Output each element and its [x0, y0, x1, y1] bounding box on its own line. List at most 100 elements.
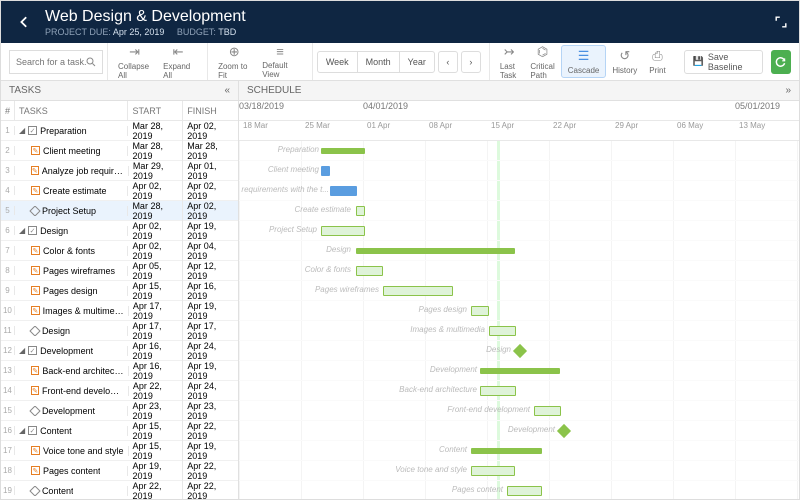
task-row[interactable]: 10✎Images & multimediaApr 17, 2019Apr 19…	[1, 301, 238, 321]
history-button[interactable]: ↺History	[606, 46, 643, 77]
period-year[interactable]: Year	[400, 52, 434, 72]
checkbox-icon[interactable]: ✓	[28, 426, 37, 435]
edit-icon[interactable]: ✎	[31, 386, 39, 395]
edit-icon[interactable]: ✎	[31, 266, 40, 275]
gantt-bar[interactable]	[321, 166, 330, 176]
gantt-bar[interactable]	[356, 248, 515, 254]
zoom-fit-button[interactable]: ⊕Zoom to Fit	[212, 42, 256, 82]
start-date-cell[interactable]: Apr 19, 2019	[128, 461, 183, 481]
gantt-area[interactable]: PreparationClient meetingob requirements…	[239, 141, 799, 499]
task-row[interactable]: 1◢✓PreparationMar 28, 2019Apr 02, 2019	[1, 121, 238, 141]
gantt-bar[interactable]	[330, 186, 357, 196]
edit-icon[interactable]: ✎	[31, 146, 40, 155]
start-date-cell[interactable]: Mar 28, 2019	[128, 121, 183, 141]
print-button[interactable]: ⎙Print	[643, 46, 671, 77]
task-row[interactable]: 13✎Back-end architectureApr 16, 2019Apr …	[1, 361, 238, 381]
gantt-bar[interactable]	[489, 326, 516, 336]
task-row[interactable]: 8✎Pages wireframesApr 05, 2019Apr 12, 20…	[1, 261, 238, 281]
task-row[interactable]: 12◢✓DevelopmentApr 16, 2019Apr 24, 2019	[1, 341, 238, 361]
cascade-button[interactable]: ☰Cascade	[561, 45, 607, 78]
checkbox-icon[interactable]: ✓	[28, 126, 37, 135]
task-name-cell[interactable]: Content	[15, 486, 129, 496]
milestone-marker[interactable]	[557, 424, 571, 438]
nav-prev-button[interactable]: ‹	[438, 51, 458, 73]
col-start[interactable]: START	[128, 101, 183, 120]
expand-arrow-icon[interactable]: ◢	[19, 426, 25, 435]
start-date-cell[interactable]: Mar 28, 2019	[128, 201, 183, 221]
checkbox-icon[interactable]: ✓	[28, 226, 37, 235]
task-name-cell[interactable]: ◢✓Preparation	[15, 126, 129, 136]
critical-path-button[interactable]: ⌬Critical Path	[524, 42, 560, 82]
start-date-cell[interactable]: Apr 16, 2019	[129, 361, 184, 381]
expand-all-button[interactable]: ⇤Expand All	[157, 42, 199, 82]
task-row[interactable]: 17✎Voice tone and styleApr 15, 2019Apr 1…	[1, 441, 238, 461]
task-name-cell[interactable]: ✎Front-end development	[15, 386, 129, 396]
start-date-cell[interactable]: Apr 15, 2019	[128, 421, 183, 441]
finish-date-cell[interactable]: Apr 04, 2019	[183, 241, 238, 261]
task-row[interactable]: 2✎Client meetingMar 28, 2019Mar 28, 2019	[1, 141, 238, 161]
finish-date-cell[interactable]: Apr 02, 2019	[183, 201, 238, 221]
start-date-cell[interactable]: Apr 16, 2019	[128, 341, 183, 361]
task-name-cell[interactable]: ✎Client meeting	[15, 146, 129, 156]
finish-date-cell[interactable]: Apr 17, 2019	[183, 321, 238, 341]
task-row[interactable]: 4✎Create estimateApr 02, 2019Apr 02, 201…	[1, 181, 238, 201]
search-icon[interactable]	[86, 57, 96, 67]
finish-date-cell[interactable]: Apr 19, 2019	[183, 301, 238, 321]
edit-icon[interactable]: ✎	[31, 466, 40, 475]
gantt-bar[interactable]	[356, 266, 383, 276]
start-date-cell[interactable]: Apr 02, 2019	[128, 241, 183, 261]
task-row[interactable]: 11DesignApr 17, 2019Apr 17, 2019	[1, 321, 238, 341]
fullscreen-button[interactable]	[775, 16, 787, 28]
gantt-bar[interactable]	[534, 406, 561, 416]
edit-icon[interactable]: ✎	[31, 446, 40, 455]
task-name-cell[interactable]: ✎Color & fonts	[15, 246, 129, 256]
finish-date-cell[interactable]: Apr 22, 2019	[183, 461, 238, 481]
refresh-button[interactable]	[771, 50, 791, 74]
finish-date-cell[interactable]: Apr 23, 2019	[183, 401, 238, 421]
start-date-cell[interactable]: Apr 23, 2019	[128, 401, 183, 421]
task-name-cell[interactable]: ✎Analyze job requireme...	[15, 166, 129, 176]
start-date-cell[interactable]: Apr 17, 2019	[128, 321, 183, 341]
back-button[interactable]	[13, 10, 37, 34]
start-date-cell[interactable]: Mar 29, 2019	[129, 161, 184, 181]
task-row[interactable]: 6◢✓DesignApr 02, 2019Apr 19, 2019	[1, 221, 238, 241]
start-date-cell[interactable]: Apr 02, 2019	[128, 221, 183, 241]
finish-date-cell[interactable]: Apr 19, 2019	[183, 221, 238, 241]
task-name-cell[interactable]: ◢✓Content	[15, 426, 129, 436]
task-row[interactable]: 16◢✓ContentApr 15, 2019Apr 22, 2019	[1, 421, 238, 441]
checkbox-icon[interactable]: ✓	[28, 346, 37, 355]
task-row[interactable]: 3✎Analyze job requireme...Mar 29, 2019Ap…	[1, 161, 238, 181]
search-input[interactable]	[16, 57, 86, 67]
edit-icon[interactable]: ✎	[31, 306, 40, 315]
finish-date-cell[interactable]: Apr 02, 2019	[183, 181, 238, 201]
gantt-bar[interactable]	[507, 486, 542, 496]
finish-date-cell[interactable]: Apr 02, 2019	[183, 121, 238, 141]
default-view-button[interactable]: ≡Default View	[256, 42, 304, 81]
start-date-cell[interactable]: Apr 17, 2019	[129, 301, 184, 321]
save-baseline-button[interactable]: 💾 Save Baseline	[684, 50, 763, 74]
expand-arrow-icon[interactable]: ◢	[19, 226, 25, 235]
task-name-cell[interactable]: ✎Voice tone and style	[15, 446, 129, 456]
task-name-cell[interactable]: ✎Back-end architecture	[15, 366, 129, 376]
task-row[interactable]: 15DevelopmentApr 23, 2019Apr 23, 2019	[1, 401, 238, 421]
task-name-cell[interactable]: ◢✓Development	[15, 346, 129, 356]
gantt-bar[interactable]	[480, 368, 560, 374]
finish-date-cell[interactable]: Apr 24, 2019	[183, 381, 238, 401]
period-month[interactable]: Month	[358, 52, 400, 72]
task-row[interactable]: 7✎Color & fontsApr 02, 2019Apr 04, 2019	[1, 241, 238, 261]
edit-icon[interactable]: ✎	[31, 246, 40, 255]
gantt-bar[interactable]	[321, 226, 365, 236]
col-finish[interactable]: FINISH	[183, 101, 238, 120]
start-date-cell[interactable]: Apr 02, 2019	[128, 181, 183, 201]
period-week[interactable]: Week	[318, 52, 358, 72]
gantt-bar[interactable]	[471, 306, 489, 316]
finish-date-cell[interactable]: Apr 19, 2019	[183, 361, 238, 381]
gantt-bar[interactable]	[321, 148, 365, 154]
gantt-bar[interactable]	[383, 286, 453, 296]
gantt-bar[interactable]	[480, 386, 516, 396]
start-date-cell[interactable]: Apr 05, 2019	[128, 261, 183, 281]
start-date-cell[interactable]: Apr 22, 2019	[129, 381, 184, 401]
finish-date-cell[interactable]: Apr 12, 2019	[183, 261, 238, 281]
task-row[interactable]: 5Project SetupMar 28, 2019Apr 02, 2019	[1, 201, 238, 221]
task-row[interactable]: 14✎Front-end developmentApr 22, 2019Apr …	[1, 381, 238, 401]
